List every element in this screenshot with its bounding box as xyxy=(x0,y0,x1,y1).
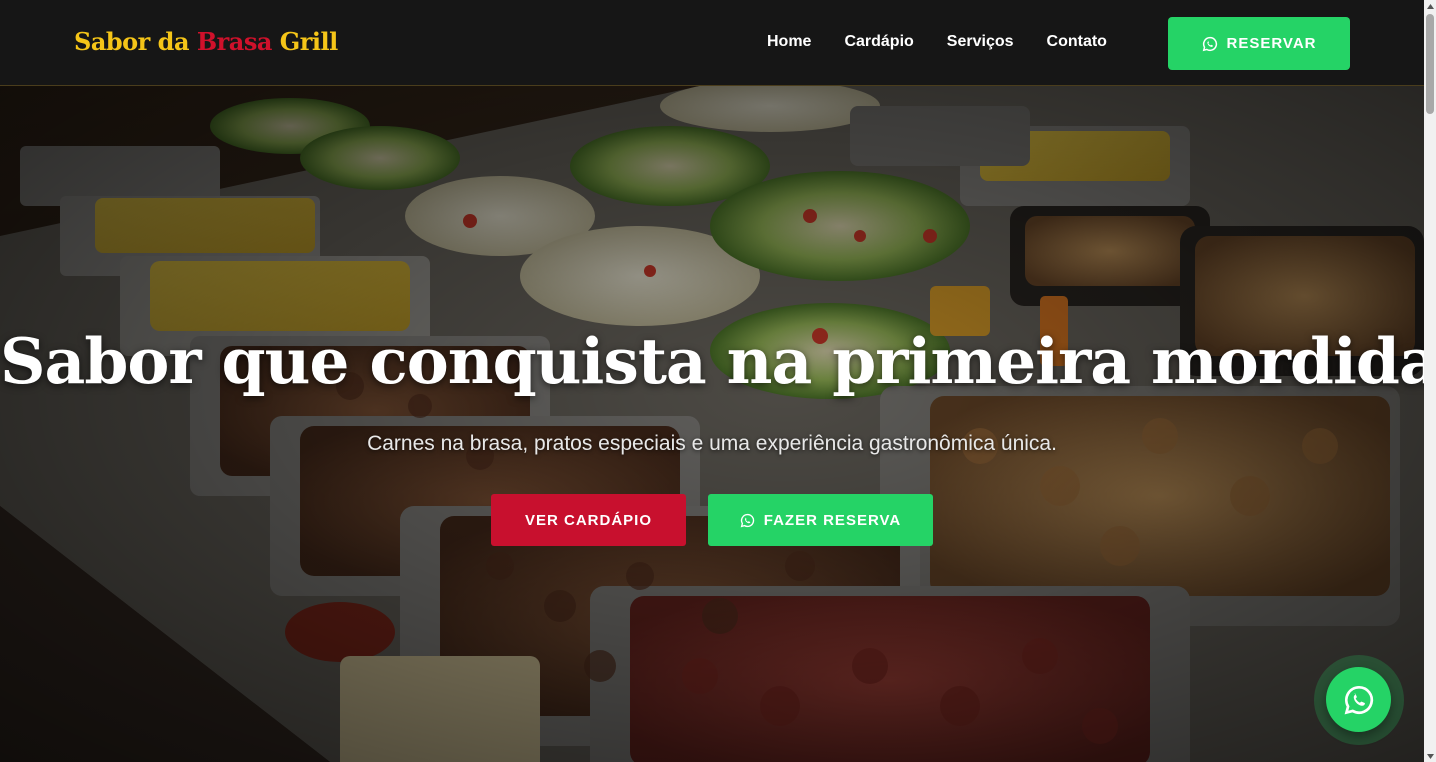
view-menu-button[interactable]: VER CARDÁPIO xyxy=(491,494,686,546)
hero-dark-overlay xyxy=(0,86,1424,762)
scroll-up-arrow-icon[interactable] xyxy=(1424,0,1436,12)
whatsapp-icon xyxy=(740,513,755,528)
brand-logo[interactable]: Sabor da Brasa Grill xyxy=(74,27,338,56)
nav-item-contato[interactable]: Contato xyxy=(1047,33,1107,51)
make-reservation-button[interactable]: FAZER RESERVA xyxy=(708,494,933,546)
brand-name-part1: Sabor da xyxy=(74,27,197,56)
whatsapp-icon xyxy=(1343,684,1375,716)
hero-section: Sabor que conquista na primeira mordida … xyxy=(0,86,1424,762)
page-scrollbar[interactable] xyxy=(1424,0,1436,762)
make-reservation-label: FAZER RESERVA xyxy=(763,511,902,529)
whatsapp-icon xyxy=(1202,36,1218,52)
hero-title: Sabor que conquista na primeira mordida xyxy=(0,324,1424,398)
whatsapp-float-button[interactable] xyxy=(1326,667,1391,732)
site-header: Sabor da Brasa Grill Home Cardápio Servi… xyxy=(0,0,1424,86)
reserve-button-label: RESERVAR xyxy=(1226,35,1317,52)
brand-name-part3: Grill xyxy=(271,27,339,56)
nav-item-home[interactable]: Home xyxy=(767,33,811,51)
main-nav: Home Cardápio Serviços Contato xyxy=(767,33,1107,51)
scroll-down-arrow-icon[interactable] xyxy=(1424,750,1436,762)
scrollbar-thumb[interactable] xyxy=(1426,14,1434,114)
nav-item-cardapio[interactable]: Cardápio xyxy=(844,33,913,51)
brand-name-part2: Brasa xyxy=(196,27,273,56)
nav-item-servicos[interactable]: Serviços xyxy=(947,33,1014,51)
reserve-button[interactable]: RESERVAR xyxy=(1168,17,1350,70)
hero-subtitle: Carnes na brasa, pratos especiais e uma … xyxy=(367,432,1057,455)
